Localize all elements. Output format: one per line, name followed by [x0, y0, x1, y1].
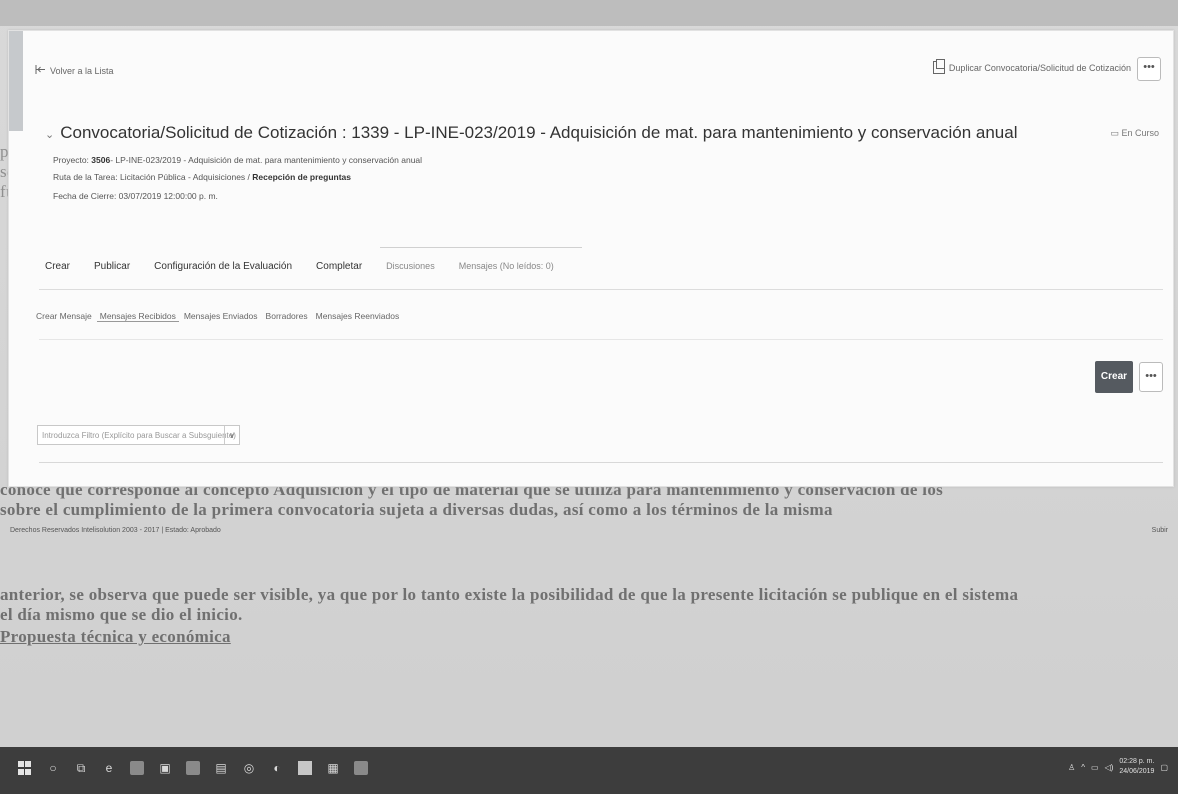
footer-copyright: Derechos Reservados Intelisolution 2003 … — [10, 527, 221, 534]
subtab-mensajes-recibidos[interactable]: Mensajes Recibidos — [96, 311, 179, 322]
firefox-icon[interactable]: ◐ — [270, 761, 284, 775]
chevron-down-icon[interactable]: ∨ — [224, 426, 239, 444]
subtab-crear-mensaje[interactable]: Crear Mensaje — [33, 311, 95, 322]
background-text: sobre el cumplimiento de la primera conv… — [0, 500, 833, 519]
route-label: Ruta de la Tarea: — [53, 172, 118, 182]
divider — [39, 339, 1163, 340]
taskbar: ○ ⧉ e ▣ ▤ ◎ ◐ ▦ ♙ ^ ▭ ◁) 02:28 p. m. 24/0… — [0, 747, 1178, 794]
pdf-icon[interactable]: ▦ — [326, 761, 340, 775]
create-button[interactable]: Crear — [1095, 361, 1133, 393]
scrollbar-thumb[interactable] — [9, 31, 23, 131]
tab-configuracion[interactable]: Configuración de la Evaluación — [154, 261, 292, 272]
network-icon[interactable]: ▭ — [1091, 763, 1099, 772]
status-badge: ▭ En Curso — [1110, 128, 1159, 139]
task-route: Ruta de la Tarea: Licitación Pública - A… — [53, 172, 351, 182]
back-to-list-link[interactable]: Volver a la Lista — [35, 65, 114, 76]
chrome-icon[interactable]: ◎ — [242, 761, 256, 775]
duplicate-label: Duplicar Convocatoria/Solicitud de Cotiz… — [948, 62, 1131, 73]
project-info: Proyecto: 3506- LP-INE-023/2019 - Adquis… — [53, 155, 422, 165]
chevron-down-icon[interactable]: ⌄ — [45, 129, 54, 141]
excel-icon[interactable]: ▤ — [214, 761, 228, 775]
app-icon[interactable] — [298, 761, 312, 775]
clock-time: 02:28 p. m. — [1119, 758, 1155, 765]
page-title-text: Convocatoria/Solicitud de Cotización : 1… — [60, 123, 1018, 142]
volume-icon[interactable]: ◁) — [1105, 763, 1114, 772]
search-icon[interactable]: ○ — [46, 761, 60, 775]
clock[interactable]: 02:28 p. m. 24/06/2019 — [1119, 757, 1154, 777]
file-explorer-icon[interactable] — [130, 761, 144, 775]
tab-crear[interactable]: Crear — [45, 261, 70, 272]
outlook-icon[interactable] — [186, 761, 200, 775]
project-code[interactable]: 3506 — [91, 155, 110, 165]
tab-mensajes[interactable]: Mensajes (No leídos: 0) — [459, 261, 554, 272]
header-more-button[interactable]: ••• — [1137, 57, 1161, 81]
subtab-mensajes-enviados[interactable]: Mensajes Enviados — [181, 311, 261, 322]
main-tabs: Crear Publicar Configuración de la Evalu… — [45, 261, 578, 272]
actions-more-button[interactable]: ••• — [1139, 362, 1163, 392]
copy-icon — [932, 59, 945, 74]
tab-publicar[interactable]: Publicar — [94, 261, 130, 272]
people-icon[interactable]: ♙ — [1068, 763, 1075, 772]
word-icon[interactable] — [354, 761, 368, 775]
back-label: Volver a la Lista — [50, 65, 114, 76]
status-text: En Curso — [1121, 128, 1159, 138]
app-window: Volver a la Lista Duplicar Convocatoria/… — [8, 30, 1174, 487]
message-subtabs: Crear Mensaje Mensajes Recibidos Mensaje… — [33, 311, 404, 322]
route-current: Recepción de preguntas — [252, 172, 351, 182]
project-label: Proyecto: — [53, 155, 89, 165]
close-date: Fecha de Cierre: 03/07/2019 12:00:00 p. … — [53, 191, 218, 201]
background-text: anterior, se observa que puede ser visib… — [0, 585, 1019, 604]
status-icon: ▭ — [1110, 128, 1122, 138]
filter-input[interactable]: Introduzca Filtro (Explícito para Buscar… — [37, 425, 240, 445]
tab-discusiones[interactable]: Discusiones — [386, 261, 435, 272]
windows-start-icon[interactable] — [18, 761, 32, 775]
subtab-mensajes-reenviados[interactable]: Mensajes Reenviados — [313, 311, 403, 322]
background-text: Propuesta técnica y económica — [0, 627, 231, 646]
project-desc: - LP-INE-023/2019 - Adquisición de mat. … — [110, 155, 423, 165]
subtab-borradores[interactable]: Borradores — [263, 311, 311, 322]
clock-date: 24/06/2019 — [1119, 768, 1155, 775]
chevron-up-icon[interactable]: ^ — [1081, 763, 1085, 772]
tab-completar[interactable]: Completar — [316, 261, 362, 272]
divider — [39, 289, 1163, 290]
duplicate-button[interactable]: Duplicar Convocatoria/Solicitud de Cotiz… — [932, 59, 1131, 74]
filter-placeholder: Introduzca Filtro (Explícito para Buscar… — [42, 431, 236, 440]
edge-icon[interactable]: e — [102, 761, 116, 775]
system-tray: ♙ ^ ▭ ◁) 02:28 p. m. 24/06/2019 ▢ — [1068, 757, 1168, 777]
page-title: ⌄ Convocatoria/Solicitud de Cotización : … — [45, 123, 1017, 143]
store-icon[interactable]: ▣ — [158, 761, 172, 775]
notifications-icon[interactable]: ▢ — [1160, 763, 1168, 772]
background-text: el día mismo que se dio el inicio. — [0, 605, 243, 624]
divider — [380, 247, 582, 248]
route-value: Licitación Pública - Adquisiciones / — [119, 172, 250, 182]
task-view-icon[interactable]: ⧉ — [74, 761, 88, 775]
back-arrow-icon — [35, 65, 46, 76]
scroll-up-link[interactable]: Subir — [1152, 527, 1168, 534]
top-band — [0, 0, 1178, 26]
divider — [39, 462, 1163, 463]
taskbar-icons: ○ ⧉ e ▣ ▤ ◎ ◐ ▦ — [18, 761, 368, 775]
